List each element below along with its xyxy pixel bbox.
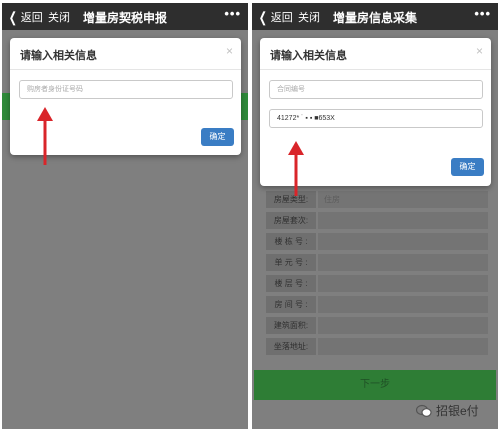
form-value[interactable] [318, 296, 488, 313]
form-value[interactable] [318, 338, 488, 355]
watermark-text: 招银e付 [436, 404, 479, 418]
nav-bar: ❮ 返回 关闭 增量房契税申报 ••• [2, 3, 248, 30]
right-screen: ❮ 返回 关闭 增量房信息采集 ••• 房屋类型: 住房 房屋套次: 楼 栋 号… [252, 3, 498, 429]
form-row-building: 楼 栋 号 : [266, 233, 488, 250]
form-row-unit: 单 元 号 : [266, 254, 488, 271]
form-label: 楼 栋 号 : [266, 233, 316, 250]
form-value[interactable]: 住房 [318, 191, 488, 208]
form-label: 房屋套次: [266, 212, 316, 229]
form-value[interactable] [318, 254, 488, 271]
form-row-floor: 楼 层 号 : [266, 275, 488, 292]
form-value[interactable] [318, 212, 488, 229]
nav-bar: ❮ 返回 关闭 增量房信息采集 ••• [252, 3, 498, 30]
buyer-id-input[interactable]: 41272* ˙ ▪ ▪ ■653X [269, 109, 483, 128]
form-label: 坐落地址: [266, 338, 316, 355]
form-row-address: 坐落地址: [266, 338, 488, 355]
next-step-button[interactable]: 下一步 [254, 370, 496, 400]
buyer-id-input[interactable] [19, 80, 233, 99]
modal-title: 请输入相关信息 [20, 50, 97, 62]
modal-header: 请输入相关信息 × [260, 38, 491, 70]
confirm-button[interactable]: 确定 [451, 158, 484, 176]
red-arrow-icon [37, 107, 53, 165]
wechat-icon [416, 404, 432, 417]
form-label: 建筑面积: [266, 317, 316, 334]
more-menu-icon[interactable]: ••• [224, 6, 241, 21]
modal-close-icon[interactable]: × [476, 44, 483, 58]
contract-number-input[interactable] [269, 80, 483, 99]
modal-close-icon[interactable]: × [226, 44, 233, 58]
more-menu-icon[interactable]: ••• [474, 6, 491, 21]
form-row-house-count: 房屋套次: [266, 212, 488, 229]
page-title: 增量房契税申报 [82, 11, 167, 25]
watermark: 招银e付 [416, 402, 479, 419]
form-label: 楼 层 号 : [266, 275, 316, 292]
modal-title: 请输入相关信息 [270, 50, 347, 62]
red-arrow-icon [288, 141, 304, 196]
form-row-area: 建筑面积: [266, 317, 488, 334]
form-value[interactable] [318, 317, 488, 334]
form-value[interactable] [318, 275, 488, 292]
modal-header: 请输入相关信息 × [10, 38, 241, 70]
left-screen: ❮ 返回 关闭 增量房契税申报 ••• 请输入相关信息 × 确定 [2, 3, 248, 429]
form-value[interactable] [318, 233, 488, 250]
form-row-room: 房 间 号 : [266, 296, 488, 313]
form-label: 单 元 号 : [266, 254, 316, 271]
form-label: 房 间 号 : [266, 296, 316, 313]
confirm-button[interactable]: 确定 [201, 128, 234, 146]
page-title: 增量房信息采集 [332, 11, 417, 25]
